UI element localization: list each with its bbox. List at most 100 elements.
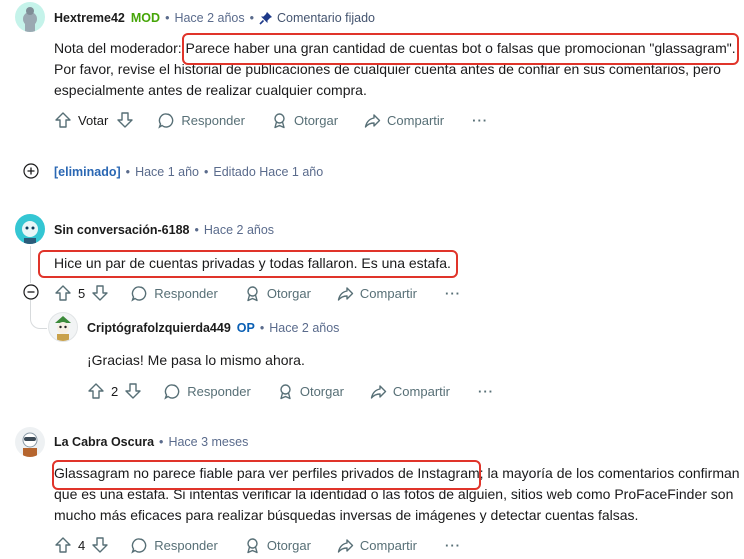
reply-label: Responder xyxy=(154,285,218,301)
snoo-avatar-icon xyxy=(55,316,71,341)
reply-label: Responder xyxy=(154,537,218,553)
comment-bubble-icon xyxy=(164,383,180,400)
reply-button[interactable]: Responder xyxy=(158,112,245,129)
share-button[interactable]: Compartir xyxy=(337,537,417,554)
comment-time[interactable]: Hace 2 años xyxy=(269,321,339,335)
comment-author[interactable]: Sin conversación-6188 xyxy=(54,223,189,237)
highlight-box xyxy=(52,460,481,490)
comment-time[interactable]: Hace 2 años xyxy=(204,223,274,237)
award-button[interactable]: Otorgar xyxy=(271,112,338,129)
share-button[interactable]: Compartir xyxy=(337,285,417,302)
snoo-avatar-icon xyxy=(23,7,37,32)
plus-circle-icon xyxy=(23,163,39,179)
downvote-button[interactable] xyxy=(116,111,134,129)
comment-body: ¡Gracias! Me pasa lo mismo ahora. xyxy=(87,352,305,368)
comment-actions: Votar Responder Otorgar Compartir ··· xyxy=(54,111,488,129)
separator-dot: • xyxy=(194,223,199,237)
separator-dot: • xyxy=(259,321,265,335)
separator-dot: • xyxy=(165,11,170,25)
share-label: Compartir xyxy=(387,112,445,128)
comment-author[interactable]: Hextreme42 xyxy=(54,11,125,25)
more-icon: ··· xyxy=(478,383,494,399)
upvote-button[interactable]: Votar xyxy=(54,111,108,129)
avatar[interactable] xyxy=(15,2,45,32)
mod-badge: MOD xyxy=(130,11,161,25)
avatar[interactable] xyxy=(48,312,78,342)
more-icon: ··· xyxy=(445,285,461,301)
award-icon xyxy=(247,285,258,301)
more-options-button[interactable]: ··· xyxy=(445,538,461,553)
comment-actions: 2 Responder Otorgar Compartir ··· xyxy=(87,382,494,400)
share-icon xyxy=(337,538,354,553)
highlight-box xyxy=(38,250,458,278)
comment-author[interactable]: La Cabra Oscura xyxy=(54,435,154,449)
thread-connector xyxy=(30,300,47,329)
award-icon xyxy=(247,537,258,553)
award-button[interactable]: Otorgar xyxy=(277,383,344,400)
reply-label: Responder xyxy=(181,112,245,128)
more-options-button[interactable]: ··· xyxy=(445,286,461,301)
reply-button[interactable]: Responder xyxy=(131,285,218,302)
upvote-icon xyxy=(55,537,71,553)
comment-bubble-icon xyxy=(158,112,174,129)
comment-time[interactable]: Hace 1 año xyxy=(135,165,199,179)
share-icon xyxy=(364,113,381,128)
comment-time[interactable]: Hace 3 meses xyxy=(168,435,248,449)
expand-thread-button[interactable] xyxy=(23,163,39,179)
vote-count: 4 xyxy=(78,537,86,553)
award-label: Otorgar xyxy=(299,383,344,399)
reply-label: Responder xyxy=(187,383,251,399)
award-button[interactable]: Otorgar xyxy=(244,537,311,554)
downvote-button[interactable] xyxy=(124,382,142,400)
share-button[interactable]: Compartir xyxy=(370,383,450,400)
award-icon xyxy=(280,383,291,399)
award-label: Otorgar xyxy=(293,112,339,128)
comment-bubble-icon xyxy=(131,537,147,554)
downvote-button[interactable] xyxy=(91,284,109,302)
share-icon xyxy=(370,384,387,399)
thread-line[interactable] xyxy=(30,246,31,283)
award-label: Otorgar xyxy=(266,285,311,301)
upvote-icon xyxy=(88,383,104,399)
comment-actions: 5 Responder Otorgar Compartir ··· xyxy=(54,284,461,302)
more-options-button[interactable]: ··· xyxy=(472,113,488,128)
comment-author[interactable]: Criptógrafolzquierda449 xyxy=(87,321,231,335)
more-icon: ··· xyxy=(445,537,461,553)
upvote-button[interactable] xyxy=(54,536,72,554)
downvote-icon xyxy=(92,537,108,553)
collapse-thread-button[interactable] xyxy=(23,284,39,300)
comment-line: mucho más eficaces para realizar búsqued… xyxy=(54,507,639,523)
comment-bubble-icon xyxy=(131,285,147,302)
upvote-icon xyxy=(55,112,71,128)
reply-button[interactable]: Responder xyxy=(131,537,218,554)
vote-count: 2 xyxy=(111,383,119,399)
upvote-button[interactable] xyxy=(87,382,105,400)
snoo-avatar-icon xyxy=(22,432,38,457)
edited-label: Editado Hace 1 año xyxy=(213,165,324,179)
downvote-icon xyxy=(125,383,141,399)
comment-actions: 4 Responder Otorgar Compartir ··· xyxy=(54,536,461,554)
comment-time[interactable]: Hace 2 años xyxy=(174,11,244,25)
award-button[interactable]: Otorgar xyxy=(244,285,311,302)
reply-button[interactable]: Responder xyxy=(164,383,251,400)
comment-line: especialmente antes de realizar cualquie… xyxy=(54,82,367,98)
upvote-button[interactable] xyxy=(54,284,72,302)
vote-count: 5 xyxy=(78,285,86,301)
downvote-button[interactable] xyxy=(91,536,109,554)
share-label: Compartir xyxy=(392,383,450,399)
separator-dot: • xyxy=(249,11,255,25)
separator-dot: • xyxy=(159,435,164,449)
op-badge: OP xyxy=(236,321,255,335)
avatar[interactable] xyxy=(15,427,45,457)
deleted-author: [eliminado] xyxy=(54,165,121,179)
downvote-icon xyxy=(92,285,108,301)
pinned-label: Comentario fijado xyxy=(277,11,375,25)
separator-dot: • xyxy=(204,165,209,179)
avatar[interactable] xyxy=(15,214,45,244)
vote-label: Votar xyxy=(78,112,109,128)
more-options-button[interactable]: ··· xyxy=(478,384,494,399)
more-icon: ··· xyxy=(472,112,489,128)
snoo-avatar-icon xyxy=(22,221,38,244)
share-icon xyxy=(337,286,354,301)
share-button[interactable]: Compartir xyxy=(364,112,444,129)
